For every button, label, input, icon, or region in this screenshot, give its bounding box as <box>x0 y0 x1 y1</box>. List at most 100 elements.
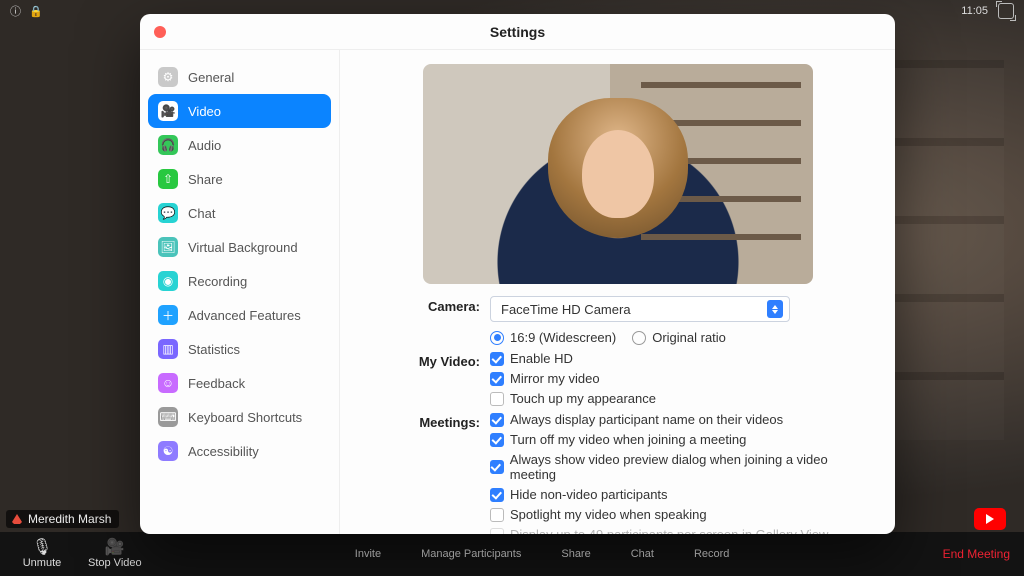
sidebar-item-advanced[interactable]: ＋ Advanced Features <box>148 298 331 332</box>
sidebar-item-label: Feedback <box>188 376 245 391</box>
participant-name-banner: Meredith Marsh <box>6 510 119 528</box>
sidebar-item-statistics[interactable]: ▥ Statistics <box>148 332 331 366</box>
fullscreen-icon[interactable] <box>998 3 1014 19</box>
turn-off-join-checkbox[interactable]: Turn off my video when joining a meeting <box>490 432 871 447</box>
sidebar-item-label: Video <box>188 104 221 119</box>
unmute-button[interactable]: 🎙 Unmute <box>18 540 66 569</box>
sidebar-item-label: Statistics <box>188 342 240 357</box>
sidebar-item-feedback[interactable]: ☺ Feedback <box>148 366 331 400</box>
checkbox-on-icon <box>490 352 504 366</box>
display-name-label: Always display participant name on their… <box>510 412 783 427</box>
sidebar-item-general[interactable]: ⚙ General <box>148 60 331 94</box>
chevron-updown-icon <box>767 300 783 318</box>
youtube-badge-icon <box>974 508 1006 530</box>
invite-button[interactable]: Invite <box>355 548 381 560</box>
checkbox-disabled-icon <box>490 528 504 535</box>
display-name-checkbox[interactable]: Always display participant name on their… <box>490 412 871 427</box>
share-icon: ⇧ <box>158 169 178 189</box>
clock: 11:05 <box>961 5 988 17</box>
keyboard-icon: ⌨ <box>158 407 178 427</box>
show-preview-checkbox[interactable]: Always show video preview dialog when jo… <box>490 452 871 482</box>
preview-person-face <box>582 130 654 218</box>
share-button[interactable]: Share <box>561 548 590 560</box>
checkbox-on-icon <box>490 372 504 386</box>
mic-muted-icon: 🎙 <box>32 540 52 556</box>
info-icon: ⓘ <box>10 3 21 19</box>
camera-select[interactable]: FaceTime HD Camera <box>490 296 790 322</box>
sidebar-item-label: General <box>188 70 234 85</box>
chat-icon: 💬 <box>158 203 178 223</box>
settings-content: Camera: FaceTime HD Camera 16:9 (Widescr… <box>340 50 895 534</box>
spotlight-label: Spotlight my video when speaking <box>510 507 707 522</box>
sidebar-item-shortcuts[interactable]: ⌨ Keyboard Shortcuts <box>148 400 331 434</box>
radio-off-icon <box>632 331 646 345</box>
ratio-original-radio[interactable]: Original ratio <box>632 330 726 345</box>
ratio-widescreen-radio[interactable]: 16:9 (Widescreen) <box>490 330 616 345</box>
gallery49-checkbox: Display up to 49 participants per screen… <box>490 527 871 534</box>
sidebar-item-accessibility[interactable]: ☯ Accessibility <box>148 434 331 468</box>
stop-video-button[interactable]: 🎥 Stop Video <box>88 540 142 569</box>
close-icon[interactable] <box>154 26 166 38</box>
radio-on-icon <box>490 331 504 345</box>
unmute-label: Unmute <box>23 557 62 569</box>
headphones-icon: 🎧 <box>158 135 178 155</box>
gear-icon: ⚙ <box>158 67 178 87</box>
touch-up-checkbox[interactable]: Touch up my appearance <box>490 391 871 406</box>
enable-hd-checkbox[interactable]: Enable HD <box>490 351 871 366</box>
image-icon: 🖼 <box>158 237 178 257</box>
chart-icon: ▥ <box>158 339 178 359</box>
chat-button[interactable]: Chat <box>631 548 654 560</box>
zoom-toolbar: 🎙 Unmute 🎥 Stop Video Invite Manage Part… <box>0 532 1024 576</box>
accessibility-icon: ☯ <box>158 441 178 461</box>
sidebar-item-virtual-background[interactable]: 🖼 Virtual Background <box>148 230 331 264</box>
turn-off-join-label: Turn off my video when joining a meeting <box>510 432 746 447</box>
hide-nonvideo-label: Hide non-video participants <box>510 487 668 502</box>
lock-icon: 🔒 <box>29 5 43 18</box>
record-button[interactable]: Record <box>694 548 729 560</box>
sidebar-item-label: Share <box>188 172 223 187</box>
window-title: Settings <box>490 24 545 40</box>
sidebar-item-label: Accessibility <box>188 444 259 459</box>
my-video-label: My Video: <box>402 351 480 369</box>
checkbox-on-icon <box>490 433 504 447</box>
checkbox-on-icon <box>490 460 504 474</box>
checkbox-off-icon <box>490 508 504 522</box>
sidebar-item-recording[interactable]: ◉ Recording <box>148 264 331 298</box>
feedback-icon: ☺ <box>158 373 178 393</box>
settings-sidebar: ⚙ General 🎥 Video 🎧 Audio ⇧ Share 💬 Chat 🖼 Vir… <box>140 50 340 534</box>
meetings-label: Meetings: <box>402 412 480 430</box>
end-meeting-button[interactable]: End Meeting <box>943 547 1010 561</box>
sidebar-item-label: Audio <box>188 138 221 153</box>
sidebar-item-audio[interactable]: 🎧 Audio <box>148 128 331 162</box>
camera-selected-value: FaceTime HD Camera <box>501 302 631 317</box>
sidebar-item-label: Chat <box>188 206 215 221</box>
spotlight-checkbox[interactable]: Spotlight my video when speaking <box>490 507 871 522</box>
sidebar-item-label: Recording <box>188 274 247 289</box>
record-icon: ◉ <box>158 271 178 291</box>
mirror-video-checkbox[interactable]: Mirror my video <box>490 371 871 386</box>
camera-label: Camera: <box>402 296 480 314</box>
hide-nonvideo-checkbox[interactable]: Hide non-video participants <box>490 487 871 502</box>
sidebar-item-label: Virtual Background <box>188 240 298 255</box>
mirror-video-label: Mirror my video <box>510 371 600 386</box>
sidebar-item-chat[interactable]: 💬 Chat <box>148 196 331 230</box>
sidebar-item-label: Advanced Features <box>188 308 301 323</box>
sidebar-item-share[interactable]: ⇧ Share <box>148 162 331 196</box>
show-preview-label: Always show video preview dialog when jo… <box>510 452 871 482</box>
window-titlebar: Settings <box>140 14 895 50</box>
enable-hd-label: Enable HD <box>510 351 573 366</box>
sidebar-item-video[interactable]: 🎥 Video <box>148 94 331 128</box>
checkbox-on-icon <box>490 488 504 502</box>
checkbox-off-icon <box>490 392 504 406</box>
ratio-original-label: Original ratio <box>652 330 726 345</box>
video-icon: 🎥 <box>158 101 178 121</box>
ratio-widescreen-label: 16:9 (Widescreen) <box>510 330 616 345</box>
camera-preview <box>423 64 813 284</box>
settings-window: Settings ⚙ General 🎥 Video 🎧 Audio ⇧ Share 💬… <box>140 14 895 534</box>
plus-icon: ＋ <box>158 305 178 325</box>
sidebar-item-label: Keyboard Shortcuts <box>188 410 302 425</box>
checkbox-on-icon <box>490 413 504 427</box>
manage-participants-button[interactable]: Manage Participants <box>421 548 521 560</box>
participant-name: Meredith Marsh <box>28 512 111 526</box>
stop-video-label: Stop Video <box>88 557 142 569</box>
